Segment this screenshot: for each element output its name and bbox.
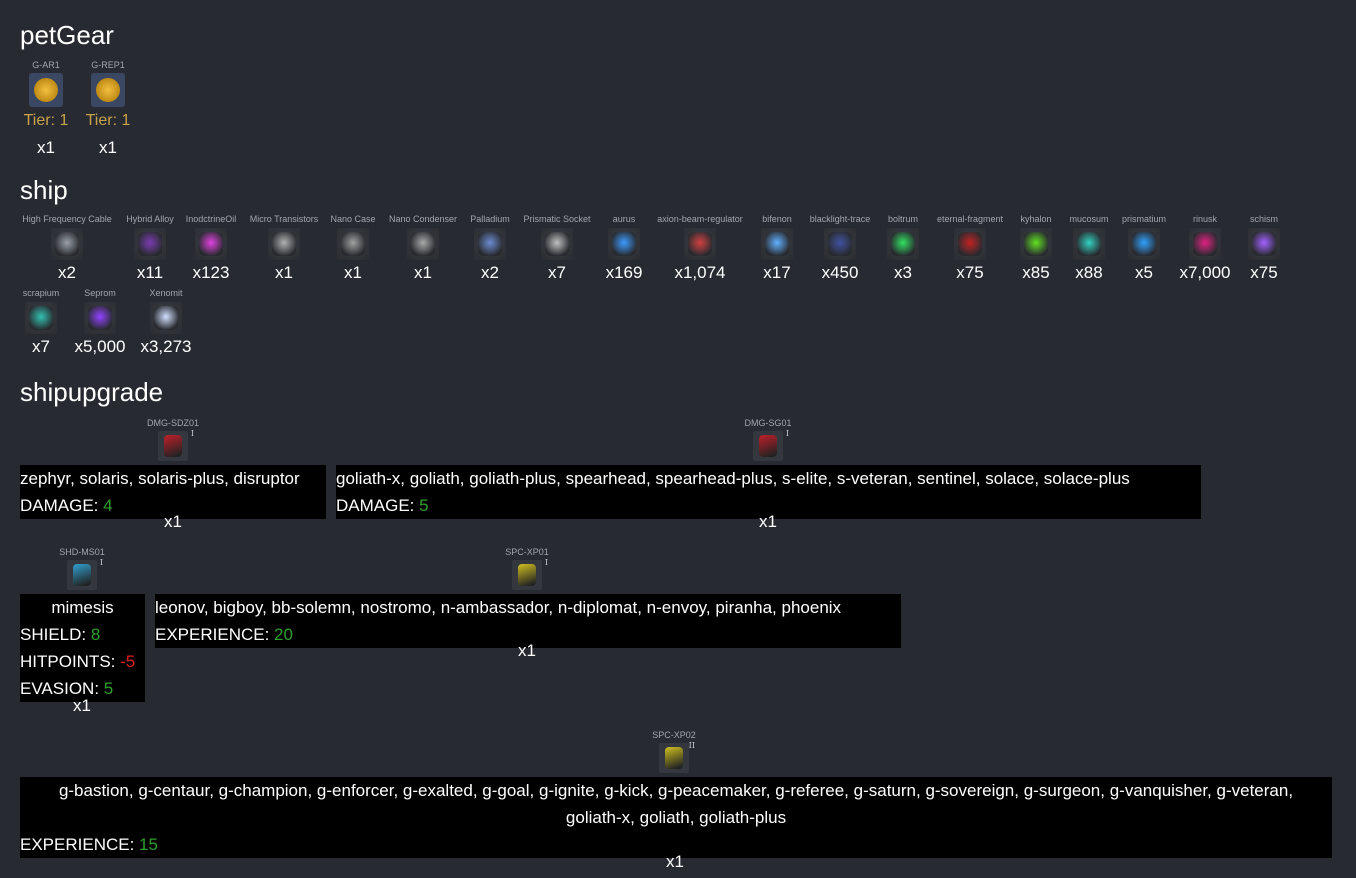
ship-item[interactable]: schism x75 — [1209, 214, 1319, 283]
upgrade-module[interactable]: DMG-SG01 I — [730, 418, 806, 466]
upgrade-info-panel: g-bastion, g-centaur, g-champion, g-enfo… — [20, 777, 1332, 858]
compatible-ships: leonov, bigboy, bb-solemn, nostromo, n-a… — [155, 598, 842, 617]
item-name: schism — [1249, 214, 1278, 224]
experience-module-icon: I — [512, 558, 548, 590]
shield-gear-icon — [29, 73, 63, 107]
tier-roman: I — [190, 429, 194, 438]
upgrade-module[interactable]: SHD-MS01 I — [44, 547, 120, 595]
aurus-icon — [608, 228, 640, 260]
tier-roman: I — [544, 558, 548, 567]
ship-item[interactable]: Xenomit x3,273 — [111, 288, 221, 357]
item-tier: Tier: 1 — [23, 112, 69, 129]
stat-label: HITPOINTS: — [20, 652, 121, 671]
upgrade-name: DMG-SDZ01 — [146, 418, 199, 428]
compatible-ships: goliath-x, goliath, goliath-plus, spearh… — [336, 469, 1130, 488]
chip-icon — [268, 228, 300, 260]
stat-value: -5 — [120, 652, 136, 671]
item-quantity: x1 — [37, 138, 55, 157]
case-icon — [337, 228, 369, 260]
item-quantity: x75 — [1250, 263, 1278, 282]
item-quantity: x3,273 — [140, 337, 192, 356]
wrench-gear-icon — [91, 73, 125, 107]
stat-label: SHIELD: — [20, 625, 91, 644]
upgrade-quantity: x1 — [518, 641, 536, 660]
shield-module-icon: I — [67, 558, 103, 590]
upgrade-name: SPC-XP02 — [652, 730, 696, 740]
vial-icon — [195, 228, 227, 260]
compatible-ships: mimesis — [51, 598, 114, 617]
xenomit-icon — [150, 302, 182, 334]
section-title-petgear: petGear — [20, 20, 114, 50]
experience-module-icon: II — [659, 741, 695, 773]
upgrade-quantity: x1 — [666, 852, 684, 871]
upgrade-name: SPC-XP01 — [505, 547, 549, 557]
upgrade-name: DMG-SG01 — [744, 418, 792, 428]
upgrade-info-panel: zephyr, solaris, solaris-plus, disruptor… — [20, 465, 326, 519]
pet-gear-item[interactable]: G-AR1 Tier: 1 x1 — [22, 60, 70, 158]
stat-label: EXPERIENCE: — [155, 625, 275, 644]
section-title-ship: ship — [20, 175, 68, 205]
compatible-ships: zephyr, solaris, solaris-plus, disruptor — [20, 469, 300, 488]
item-name: Xenomit — [149, 288, 183, 298]
stat-label: DAMAGE: — [336, 496, 420, 515]
stat-value: 4 — [103, 496, 113, 515]
stat-line: SHIELD: 8 — [20, 621, 145, 648]
schism-icon — [1248, 228, 1280, 260]
stat-value: 20 — [274, 625, 293, 644]
item-tier: Tier: 1 — [85, 112, 131, 129]
regulator-icon — [684, 228, 716, 260]
stat-line: HITPOINTS: -5 — [20, 648, 145, 675]
upgrade-info-panel: mimesis SHIELD: 8 HITPOINTS: -5 EVASION: 5 — [20, 594, 145, 702]
upgrade-quantity: x1 — [759, 512, 777, 531]
upgrade-quantity: x1 — [73, 696, 91, 715]
tier-roman: II — [688, 741, 695, 750]
stat-value: 15 — [139, 835, 158, 854]
laser-icon: I — [158, 429, 194, 461]
item-name: G-REP1 — [91, 60, 125, 70]
upgrade-name: SHD-MS01 — [59, 547, 105, 557]
item-quantity: x1 — [99, 138, 117, 157]
upgrade-module[interactable]: SPC-XP02 II — [636, 730, 712, 778]
upgrade-module[interactable]: SPC-XP01 I — [489, 547, 565, 595]
compatible-ships: g-bastion, g-centaur, g-champion, g-enfo… — [58, 781, 1294, 827]
section-title-shipupgrade: shipupgrade — [20, 377, 164, 407]
tier-roman: I — [99, 558, 103, 567]
upgrade-info-panel: goliath-x, goliath, goliath-plus, spearh… — [336, 465, 1201, 519]
pet-gear-item[interactable]: G-REP1 Tier: 1 x1 — [84, 60, 132, 158]
cable-icon — [51, 228, 83, 260]
tier-roman: I — [785, 429, 789, 438]
upgrade-module[interactable]: DMG-SDZ01 I — [135, 418, 211, 466]
stat-label: EXPERIENCE: — [20, 835, 140, 854]
stat-label: DAMAGE: — [20, 496, 104, 515]
upgrade-quantity: x1 — [164, 512, 182, 531]
laser-icon: I — [753, 429, 789, 461]
stat-value: 5 — [419, 496, 429, 515]
stat-value: 8 — [90, 625, 101, 644]
upgrade-info-panel: leonov, bigboy, bb-solemn, nostromo, n-a… — [155, 594, 901, 648]
item-name: G-AR1 — [32, 60, 60, 70]
